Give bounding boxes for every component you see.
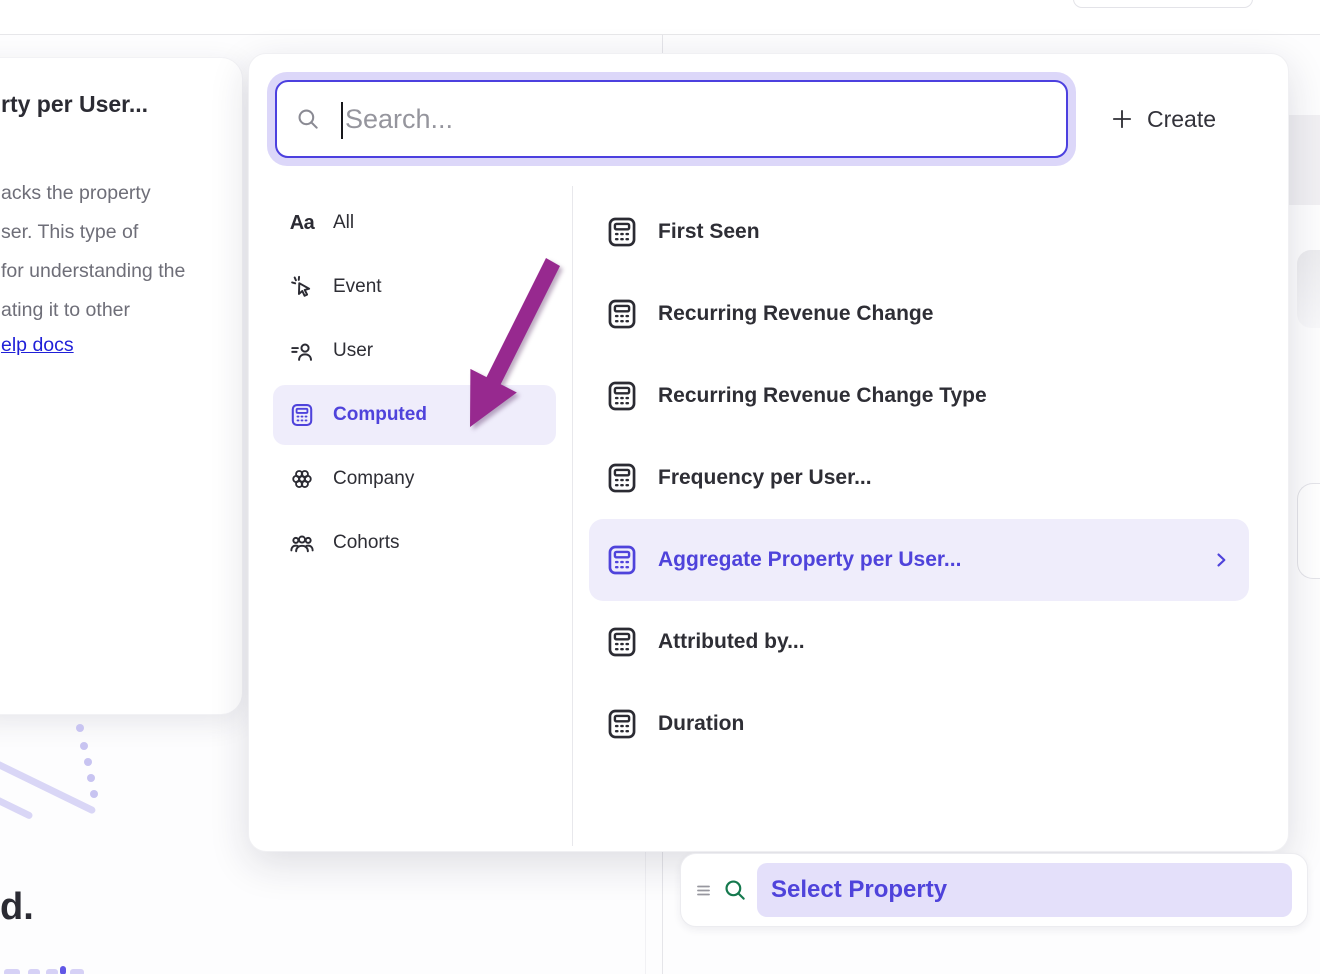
property-list: First Seen Recurring Revenue Change Recurr…: [589, 191, 1249, 765]
background-card-fragment: [1297, 483, 1320, 579]
tooltip-title: rty per User...: [1, 91, 148, 118]
chevron-right-icon: [1211, 550, 1231, 570]
search-focus-ring: [267, 72, 1076, 166]
tooltip-body-line: for understanding the: [1, 252, 185, 291]
select-property-button[interactable]: Select Property: [757, 863, 1292, 917]
property-frequency-per-user[interactable]: Frequency per User...: [589, 437, 1249, 519]
background-card-fragment: [1297, 250, 1320, 328]
property-first-seen[interactable]: First Seen: [589, 191, 1249, 273]
category-label: Event: [333, 276, 382, 298]
page-heading-fragment: d.: [0, 886, 34, 929]
company-flower-icon: [289, 466, 315, 492]
property-filter-row: Select Property: [680, 853, 1308, 927]
cutoff-text-fragment: [70, 969, 84, 974]
decorative-dot: [90, 790, 98, 798]
category-label: Cohorts: [333, 532, 400, 554]
decorative-dot: [84, 758, 92, 766]
plus-icon: [1109, 106, 1135, 132]
category-cohorts[interactable]: Cohorts: [273, 513, 556, 573]
calculator-icon: [605, 625, 639, 659]
category-all[interactable]: Aa All: [273, 193, 556, 253]
column-divider: [662, 35, 663, 53]
tooltip-body: acks the property ser. This type of for …: [1, 174, 185, 330]
cutoff-text-fragment: [60, 966, 66, 974]
calculator-icon: [605, 543, 639, 577]
property-info-tooltip: rty per User... acks the property ser. T…: [0, 57, 243, 715]
category-company[interactable]: Company: [273, 449, 556, 509]
background-row-fragment: [1289, 115, 1320, 205]
header-divider: [0, 34, 1320, 35]
property-label: First Seen: [658, 220, 760, 244]
user-list-icon: [289, 338, 315, 364]
column-divider: [662, 852, 663, 974]
calculator-icon: [605, 461, 639, 495]
category-event[interactable]: Event: [273, 257, 556, 317]
property-label: Recurring Revenue Change: [658, 302, 933, 326]
category-label: Company: [333, 468, 414, 490]
property-label: Aggregate Property per User...: [658, 548, 961, 572]
property-aggregate-property-per-user[interactable]: Aggregate Property per User...: [589, 519, 1249, 601]
category-label: User: [333, 340, 373, 362]
cutoff-text-fragment: [4, 969, 20, 974]
property-label: Recurring Revenue Change Type: [658, 384, 987, 408]
property-label: Duration: [658, 712, 744, 736]
calculator-icon: [605, 215, 639, 249]
calculator-icon: [605, 379, 639, 413]
cohorts-people-icon: [289, 530, 315, 556]
category-user[interactable]: User: [273, 321, 556, 381]
category-computed[interactable]: Computed: [273, 385, 556, 445]
background-button-fragment: [1073, 0, 1253, 8]
search-icon: [295, 106, 321, 132]
property-label: Attributed by...: [658, 630, 805, 654]
calculator-icon: [605, 297, 639, 331]
property-attributed-by[interactable]: Attributed by...: [589, 601, 1249, 683]
text-format-icon: Aa: [289, 210, 315, 236]
property-recurring-revenue-change-type[interactable]: Recurring Revenue Change Type: [589, 355, 1249, 437]
tooltip-body-line: acks the property: [1, 174, 185, 213]
cutoff-text-fragment: [46, 969, 58, 974]
create-button-label: Create: [1147, 106, 1216, 133]
screen: rty per User... acks the property ser. T…: [0, 0, 1320, 974]
search-field[interactable]: [275, 80, 1068, 158]
property-duration[interactable]: Duration: [589, 683, 1249, 765]
decorative-dot: [76, 724, 84, 732]
category-list: Aa All Event User Computed Company Cohorts: [273, 193, 556, 577]
drag-handle-icon[interactable]: [694, 881, 713, 900]
tooltip-body-line: ser. This type of: [1, 213, 185, 252]
column-divider-faint: [645, 852, 646, 974]
search-input[interactable]: [321, 104, 1066, 135]
help-docs-link[interactable]: elp docs: [1, 334, 74, 357]
create-button[interactable]: Create: [1109, 95, 1216, 143]
lookup-search-icon: [722, 877, 748, 903]
cutoff-text-fragment: [28, 969, 40, 974]
property-recurring-revenue-change[interactable]: Recurring Revenue Change: [589, 273, 1249, 355]
decorative-dot: [80, 742, 88, 750]
text-caret: [341, 102, 343, 139]
property-selector-popover: Create Aa All Event User Computed Company Coho…: [248, 53, 1289, 852]
property-label: Frequency per User...: [658, 466, 872, 490]
cursor-click-icon: [289, 274, 315, 300]
calculator-icon: [605, 707, 639, 741]
tooltip-body-line: ating it to other: [1, 291, 185, 330]
decorative-dot: [87, 774, 95, 782]
category-label: Computed: [333, 404, 427, 426]
select-property-label: Select Property: [771, 876, 947, 904]
calculator-icon: [289, 402, 315, 428]
category-label: All: [333, 212, 354, 234]
popover-divider: [572, 186, 573, 846]
